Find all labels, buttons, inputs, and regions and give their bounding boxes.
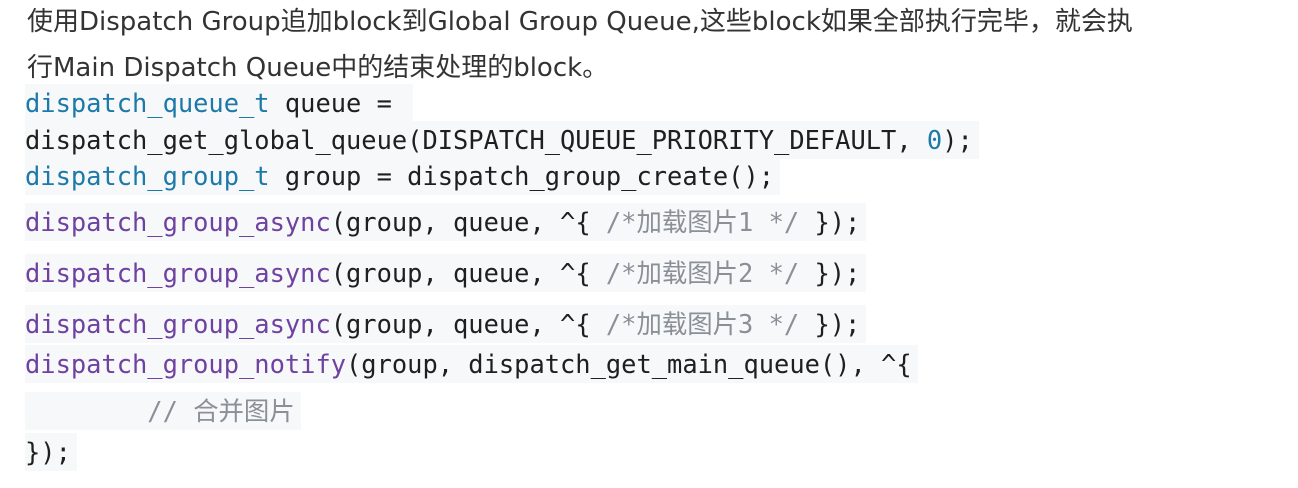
- code-line: dispatch_queue_t queue =: [25, 84, 414, 122]
- code-token: queue =: [269, 88, 408, 118]
- code-token: dispatch_group_async: [25, 258, 331, 288]
- code-token: (group, queue, ^{: [330, 207, 606, 237]
- code-token: });: [25, 437, 71, 467]
- code-line: // 合并图片: [25, 392, 301, 430]
- code-token: /*加载图片2 */: [605, 258, 800, 288]
- code-token: dispatch_group_async: [25, 207, 331, 237]
- code-token: /*加载图片3 */: [605, 309, 800, 339]
- code-line: dispatch_get_global_queue(DISPATCH_QUEUE…: [25, 121, 979, 159]
- code-line: dispatch_group_async(group, queue, ^{ /*…: [25, 203, 867, 241]
- code-line: dispatch_group_async(group, queue, ^{ /*…: [25, 305, 867, 343]
- code-token: dispatch_group_notify: [25, 349, 347, 379]
- code-line: dispatch_group_t group = dispatch_group_…: [25, 157, 781, 195]
- paragraph-line-1: 使用Dispatch Group追加block到Global Group Que…: [27, 7, 1133, 37]
- code-token: dispatch_queue_t: [25, 88, 270, 118]
- code-token: dispatch_get_global_queue(DISPATCH_QUEUE…: [25, 125, 927, 155]
- code-token: /*加载图片1 */: [605, 207, 800, 237]
- code-line: dispatch_group_notify(group, dispatch_ge…: [25, 345, 918, 383]
- code-line: dispatch_group_async(group, queue, ^{ /*…: [25, 254, 867, 292]
- code-token: });: [799, 207, 861, 237]
- code-token: });: [799, 258, 861, 288]
- code-line: });: [25, 433, 77, 471]
- code-token: });: [799, 309, 861, 339]
- code-token: (group, queue, ^{: [330, 309, 606, 339]
- code-token: // 合并图片: [147, 396, 295, 426]
- code-token: dispatch_group_t: [25, 161, 270, 191]
- code-token: 0: [926, 125, 943, 155]
- code-token: (group, dispatch_get_main_queue(), ^{: [346, 349, 912, 379]
- code-token: (group, queue, ^{: [330, 258, 606, 288]
- code-token: dispatch_group_async: [25, 309, 331, 339]
- code-token: group = dispatch_group_create();: [269, 161, 775, 191]
- code-token: );: [942, 125, 973, 155]
